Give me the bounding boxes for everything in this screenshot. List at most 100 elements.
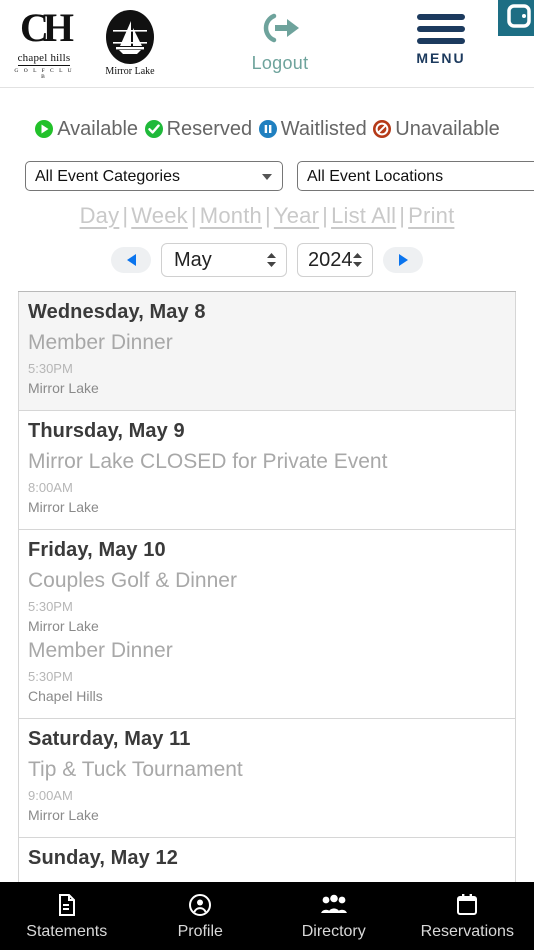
- year-select[interactable]: 2024: [297, 243, 373, 277]
- legend-label-available: Available: [57, 118, 139, 140]
- day-date: Friday, May 10: [28, 539, 166, 561]
- chevron-updown-icon: [265, 250, 278, 270]
- calendar-nav: May 2024: [0, 243, 534, 277]
- event-location: Mirror Lake: [28, 380, 99, 396]
- calendar-icon: [401, 892, 534, 918]
- event-category-select[interactable]: All Event Categories: [25, 161, 283, 191]
- club-logo-name: chapel hills: [17, 51, 71, 66]
- event-location-select[interactable]: All Event Locations: [297, 161, 534, 191]
- legend-item-waitlisted: Waitlisted: [258, 118, 373, 140]
- event-title: Member Dinner: [28, 331, 173, 354]
- view-separator: |: [264, 203, 271, 228]
- chevron-updown-icon: [351, 250, 364, 270]
- event-title: Tip & Tuck Tournament: [28, 758, 243, 781]
- event-item[interactable]: Member Dinner 5:30PM Mirror Lake: [28, 328, 515, 398]
- logout-button[interactable]: Logout: [245, 12, 315, 74]
- hamburger-icon: [417, 26, 465, 32]
- view-separator: |: [122, 203, 129, 228]
- chevron-left-icon: [126, 254, 136, 266]
- day-group[interactable]: Saturday, May 11 Tip & Tuck Tournament 9…: [18, 719, 516, 838]
- view-separator: |: [322, 203, 329, 228]
- nav-item-reservations[interactable]: Reservations: [401, 892, 534, 941]
- view-link-week[interactable]: Week: [131, 203, 188, 228]
- legend-label-waitlisted: Waitlisted: [280, 118, 367, 140]
- nav-label-statements: Statements: [26, 922, 108, 940]
- event-location: Mirror Lake: [28, 618, 99, 634]
- menu-button[interactable]: MENU: [412, 14, 470, 66]
- menu-label: MENU: [416, 50, 466, 66]
- day-group[interactable]: Friday, May 10 Couples Golf & Dinner 5:3…: [18, 530, 516, 719]
- nav-item-profile[interactable]: Profile: [134, 892, 268, 941]
- event-time: 9:00AM: [28, 788, 73, 803]
- venue-logo[interactable]: Mirror Lake: [98, 10, 162, 77]
- view-link-month[interactable]: Month: [200, 203, 262, 228]
- view-link-year[interactable]: Year: [274, 203, 319, 228]
- check-circle-icon: [144, 119, 164, 147]
- event-item[interactable]: Tip & Tuck Tournament 9:00AM Mirror Lake: [28, 755, 515, 825]
- pause-circle-icon: [258, 119, 278, 147]
- view-link-day[interactable]: Day: [80, 203, 120, 228]
- legend-label-reserved: Reserved: [166, 118, 253, 140]
- people-group-icon: [267, 892, 401, 918]
- app-header: CH chapel hills G O L F C L U B Mirror L…: [0, 0, 534, 88]
- chat-widget-icon: [507, 4, 531, 28]
- venue-logo-name: Mirror Lake: [105, 66, 155, 77]
- play-circle-icon: [34, 119, 54, 147]
- day-group[interactable]: Wednesday, May 8 Member Dinner 5:30PM Mi…: [18, 292, 516, 411]
- club-logo[interactable]: CH chapel hills G O L F C L U B: [14, 4, 74, 80]
- block-circle-icon: [372, 119, 392, 147]
- event-time: 5:30PM: [28, 361, 73, 376]
- bottom-navigation: Statements Profile Directory Reservation…: [0, 882, 534, 950]
- logout-icon: [263, 13, 299, 43]
- event-time: 5:30PM: [28, 599, 73, 614]
- event-location: Mirror Lake: [28, 807, 99, 823]
- view-separator: |: [399, 203, 406, 228]
- event-location: Chapel Hills: [28, 688, 103, 704]
- hamburger-icon: [417, 14, 465, 20]
- view-separator: |: [190, 203, 197, 228]
- hamburger-icon: [417, 38, 465, 44]
- location-select-wrap: All Event Locations: [297, 161, 534, 191]
- person-circle-icon: [134, 892, 268, 918]
- event-title: Member Dinner: [28, 639, 173, 662]
- sailboat-icon: [106, 10, 154, 64]
- month-value: May: [174, 248, 212, 271]
- day-date: Wednesday, May 8: [28, 301, 206, 323]
- document-dollar-icon: [0, 892, 134, 918]
- legend-label-unavailable: Unavailable: [395, 118, 500, 140]
- event-title: Couples Golf & Dinner: [28, 569, 237, 592]
- view-switcher: Day | Week | Month | Year | List All | Print: [0, 203, 534, 229]
- logout-label: Logout: [251, 53, 309, 73]
- event-item[interactable]: Couples Golf & Dinner 5:30PM Mirror Lake: [28, 566, 515, 636]
- event-item[interactable]: Mirror Lake CLOSED for Private Event 8:0…: [28, 447, 515, 517]
- day-group[interactable]: Thursday, May 9 Mirror Lake CLOSED for P…: [18, 411, 516, 530]
- legend-item-reserved: Reserved: [144, 118, 258, 140]
- club-monogram-icon: CH: [20, 4, 74, 50]
- prev-month-button[interactable]: [111, 247, 151, 273]
- nav-item-directory[interactable]: Directory: [267, 892, 401, 941]
- day-date: Saturday, May 11: [28, 728, 191, 750]
- club-logo-subtitle: G O L F C L U B: [14, 67, 74, 80]
- event-item[interactable]: Member Dinner 5:30PM Chapel Hills: [28, 636, 515, 706]
- status-legend: Available Reserved Waitlisted Unavailabl…: [0, 116, 534, 147]
- event-time: 5:30PM: [28, 669, 73, 684]
- nav-label-directory: Directory: [301, 922, 366, 940]
- legend-item-unavailable: Unavailable: [372, 118, 500, 140]
- event-title: Mirror Lake CLOSED for Private Event: [28, 450, 388, 473]
- month-select[interactable]: May: [161, 243, 287, 277]
- chat-widget-button[interactable]: [498, 0, 534, 36]
- nav-item-statements[interactable]: Statements: [0, 892, 134, 941]
- nav-label-profile: Profile: [177, 922, 223, 940]
- nav-label-reservations: Reservations: [420, 922, 514, 940]
- chevron-right-icon: [398, 254, 408, 266]
- year-value: 2024: [308, 248, 353, 271]
- view-link-print[interactable]: Print: [408, 203, 454, 228]
- day-date: Thursday, May 9: [28, 420, 185, 442]
- legend-item-available: Available: [34, 118, 143, 140]
- next-month-button[interactable]: [383, 247, 423, 273]
- view-link-list-all[interactable]: List All: [331, 203, 396, 228]
- event-list: Wednesday, May 8 Member Dinner 5:30PM Mi…: [18, 291, 516, 917]
- app-root: CH chapel hills G O L F C L U B Mirror L…: [0, 0, 534, 950]
- event-time: 8:00AM: [28, 480, 73, 495]
- event-location: Mirror Lake: [28, 499, 99, 515]
